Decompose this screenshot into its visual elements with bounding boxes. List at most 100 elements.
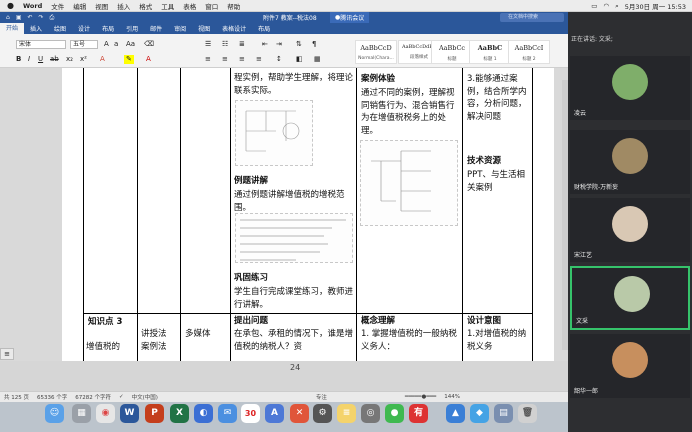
save-icon[interactable]: ▣ [16, 14, 22, 21]
case-text[interactable]: 通过不同的案例，理解视同销售行为、混合销售行为在增值税税务上的处理。 [361, 87, 459, 137]
menu-view[interactable]: 视图 [95, 1, 108, 11]
participant-tile-selected[interactable]: 文采 [570, 266, 690, 330]
participant-tile[interactable]: 财税学院-万新妄 [570, 130, 690, 194]
wifi-icon[interactable]: ◠ [603, 2, 609, 10]
practice-text[interactable]: 学生自行完成课堂练习，教师进行讲解。 [234, 286, 354, 311]
numbering-icon[interactable]: ☷ [222, 40, 228, 49]
design-intent-text[interactable]: 1.对增值税的纳税义务 [467, 328, 531, 353]
tab-layout[interactable]: 布局 [96, 24, 120, 33]
flowchart-thumbnail[interactable] [235, 100, 313, 166]
style-normal[interactable]: AaBbCcD Normal(Chara... [355, 40, 397, 64]
menu-help[interactable]: 帮助 [227, 1, 240, 11]
tab-review[interactable]: 审阅 [168, 24, 192, 33]
objective-3-text[interactable]: 3.能够通过案例，结合所学内容，分析问题，解决问题 [467, 73, 531, 123]
document-search-input[interactable]: 在文档中搜索 [500, 13, 564, 22]
shrink-font-icon[interactable]: a [114, 40, 118, 49]
increase-indent-icon[interactable]: ⇥ [276, 40, 282, 49]
multilevel-list-icon[interactable]: ≣ [239, 40, 245, 49]
tencent-meeting-indicator[interactable]: ● 腾讯会议 [330, 12, 370, 23]
youdao-icon[interactable]: 有 [409, 404, 428, 423]
proofing-icon[interactable]: ✓ [119, 394, 124, 400]
show-marks-icon[interactable]: ¶ [312, 40, 316, 49]
participant-tile[interactable]: 凌云 [570, 56, 690, 120]
mail-icon[interactable]: ✉ [218, 404, 237, 423]
apple-icon[interactable]: ● [7, 1, 14, 10]
tab-design[interactable]: 设计 [72, 24, 96, 33]
focus-mode[interactable]: 专注 [316, 393, 327, 401]
menu-file[interactable]: 文件 [51, 1, 64, 11]
raise-question-text[interactable]: 在承包、承租的情况下，谁是增值税的纳税人？资 [234, 328, 354, 353]
font-size-select[interactable]: 五号 [70, 40, 98, 49]
line-spacing-icon[interactable]: ↕ [276, 55, 282, 64]
chrome-icon[interactable]: ◉ [96, 404, 115, 423]
sidebar-toggle-icon[interactable]: ≡ [0, 348, 14, 360]
col3-intro-text[interactable]: 程实例，帮助学生理解，将理论联系实际。 [234, 72, 354, 97]
knowledge-point-text[interactable]: 增值税的 [86, 341, 136, 354]
style-heading-1[interactable]: AaBbC 标题 1 [469, 40, 511, 64]
menu-edit[interactable]: 编辑 [73, 1, 86, 11]
italic-icon[interactable]: I [28, 55, 30, 64]
tab-table-design[interactable]: 表格设计 [216, 24, 252, 33]
align-center-icon[interactable]: ≡ [222, 55, 228, 64]
tab-draw[interactable]: 绘图 [48, 24, 72, 33]
text-effects-icon[interactable]: A [100, 55, 105, 64]
char-count[interactable]: 67282 个字符 [75, 393, 111, 401]
menu-insert[interactable]: 插入 [117, 1, 130, 11]
tab-home[interactable]: 开始 [0, 23, 25, 34]
grow-font-icon[interactable]: A [104, 40, 109, 49]
tab-references[interactable]: 引用 [120, 24, 144, 33]
testflight-icon[interactable]: ▲ [446, 404, 465, 423]
tech-text[interactable]: PPT、与生活相关案例 [467, 169, 531, 194]
trash-icon[interactable]: 🗑 [518, 404, 537, 423]
clear-format-icon[interactable]: ⌫ [144, 40, 154, 49]
strikethrough-icon[interactable]: ab [50, 55, 59, 64]
sort-icon[interactable]: ⇅ [296, 40, 302, 49]
menu-format[interactable]: 格式 [139, 1, 152, 11]
word-icon[interactable]: W [120, 404, 139, 423]
bullets-icon[interactable]: ☰ [205, 40, 211, 49]
align-right-icon[interactable]: ≡ [239, 55, 245, 64]
notes-icon[interactable]: ≡ [337, 404, 356, 423]
bold-icon[interactable]: B [16, 55, 21, 64]
calendar-icon[interactable]: 30 [241, 404, 260, 423]
borders-icon[interactable]: ▦ [314, 55, 321, 64]
word-count[interactable]: 65336 个字 [37, 393, 67, 401]
tab-table-layout[interactable]: 布局 [252, 24, 276, 33]
decrease-indent-icon[interactable]: ⇤ [262, 40, 268, 49]
search-icon[interactable]: ⌕ [615, 2, 619, 11]
example-text[interactable]: 通过例题讲解增值税的增税范围。 [234, 189, 354, 214]
example-image-thumbnail[interactable] [235, 213, 353, 263]
teaching-media[interactable]: 多媒体 [185, 328, 229, 341]
tools-icon[interactable]: ✕ [290, 404, 309, 423]
battery-icon[interactable]: ▭ [591, 2, 597, 10]
menu-tools[interactable]: 工具 [161, 1, 174, 11]
font-name-select[interactable]: 宋体 [16, 40, 66, 49]
superscript-icon[interactable]: x² [80, 55, 87, 64]
zoom-level[interactable]: 144% [444, 394, 460, 400]
teaching-method[interactable]: 讲授法 案例法 [141, 328, 179, 353]
finder-icon[interactable]: ☺ [45, 404, 64, 423]
language[interactable]: 中文(中国) [132, 393, 158, 401]
underline-icon[interactable]: U [38, 55, 43, 64]
concept-text[interactable]: 1. 掌握增值税的一般纳税义务人： [361, 328, 459, 353]
participant-tile[interactable]: 宋江艺 [570, 198, 690, 262]
excel-icon[interactable]: X [170, 404, 189, 423]
autosave-icon[interactable]: ⌂ [6, 14, 10, 21]
menu-window[interactable]: 窗口 [205, 1, 218, 11]
justify-icon[interactable]: ≡ [256, 55, 262, 64]
tab-mailings[interactable]: 邮件 [144, 24, 168, 33]
app-menu-word[interactable]: Word [23, 2, 42, 10]
undo-icon[interactable]: ↶ [27, 14, 32, 21]
tab-view[interactable]: 视图 [192, 24, 216, 33]
font-color-icon[interactable]: A [146, 55, 151, 64]
align-left-icon[interactable]: ≡ [205, 55, 211, 64]
launchpad-icon[interactable]: ▦ [72, 404, 91, 423]
change-case-icon[interactable]: Aa [126, 40, 135, 49]
powerpoint-icon[interactable]: P [145, 404, 164, 423]
app-icon-2[interactable]: ▤ [494, 404, 513, 423]
app-icon[interactable]: ◆ [470, 404, 489, 423]
subscript-icon[interactable]: x₂ [66, 55, 73, 64]
wechat-icon[interactable]: ● [385, 404, 404, 423]
tab-insert[interactable]: 插入 [24, 24, 48, 33]
clock[interactable]: 5月30日 周一 15:53 [625, 1, 686, 11]
